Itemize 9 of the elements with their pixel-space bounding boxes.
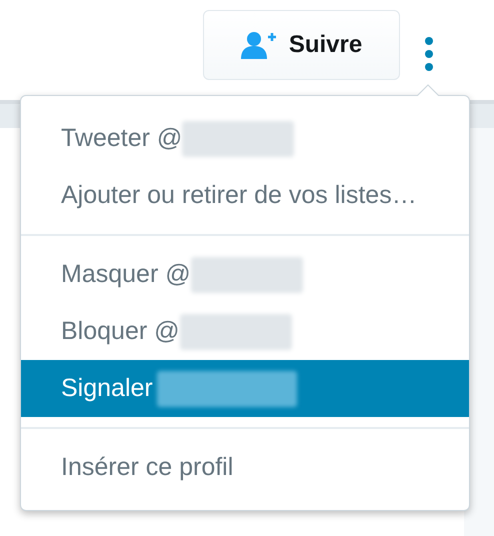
more-icon[interactable] [422,36,436,72]
menu-item[interactable]: Bloquer @ [21,303,469,360]
add-user-icon [240,31,277,59]
menu-item[interactable]: Ajouter ou retirer de vos listes… [21,167,469,224]
menu-item[interactable]: Masquer @ [21,246,469,303]
follow-button[interactable]: Suivre [203,10,400,80]
menu-item[interactable]: Signaler [21,360,469,417]
menu-item[interactable]: Tweeter @ [21,110,469,167]
menu-item[interactable]: Insérer ce profil [21,439,469,496]
